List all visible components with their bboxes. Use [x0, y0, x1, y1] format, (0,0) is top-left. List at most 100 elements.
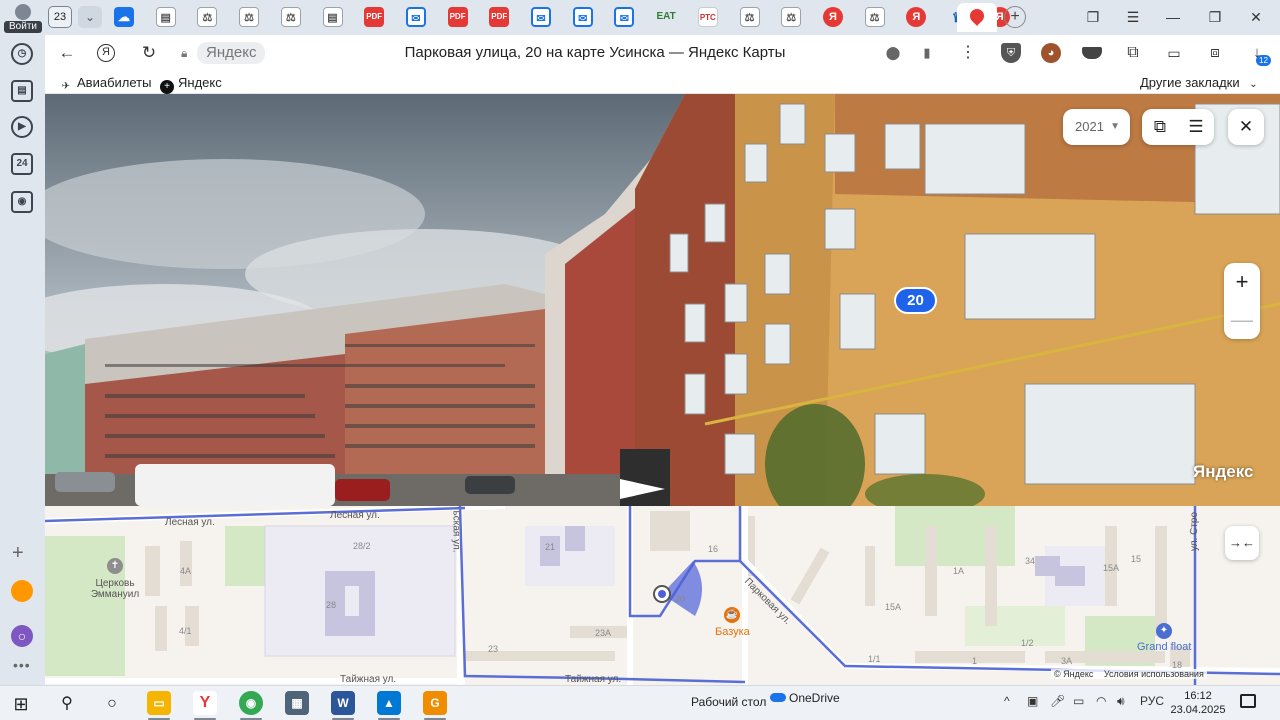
- video-icon[interactable]: ▶: [11, 116, 33, 138]
- collections-icon[interactable]: ▤: [11, 80, 33, 102]
- minimap[interactable]: Лесная ул. Лесная ул. Тайжная ул. Тайжна…: [45, 506, 1280, 685]
- task-view-icon[interactable]: ○: [99, 691, 125, 717]
- wifi-icon[interactable]: ◠: [1096, 694, 1106, 708]
- volume-icon[interactable]: 🔊︎: [1117, 694, 1125, 709]
- desktop-label[interactable]: Рабочий стол: [691, 695, 766, 709]
- battery-icon[interactable]: ▭: [1073, 694, 1084, 708]
- windows-taskbar: ⊞ ⚲ ○ ▭ Y ◉ ▦ W ▲ G Рабочий стол OneDriv…: [0, 685, 1280, 720]
- page-title[interactable]: Парковая улица, 20 на карте Усинска — Ян…: [285, 44, 905, 61]
- file-explorer-icon[interactable]: ▭: [147, 691, 171, 715]
- language-indicator[interactable]: РУС: [1140, 694, 1164, 708]
- open-external-icon[interactable]: ⧉: [1142, 109, 1178, 145]
- puzzle-icon[interactable]: ⧉: [1123, 43, 1143, 63]
- terms-link[interactable]: Условия использования: [1104, 669, 1204, 679]
- bookmark-icon[interactable]: ▮: [918, 44, 936, 62]
- panorama-image: [45, 94, 1280, 506]
- other-bookmarks[interactable]: Другие закладки ⌄: [1140, 75, 1258, 90]
- year-selector[interactable]: 2021 ▼: [1063, 109, 1130, 145]
- shield-icon[interactable]: ⛨: [1001, 43, 1021, 63]
- document-icon[interactable]: ▤: [155, 7, 176, 27]
- tab-eat[interactable]: EAT: [656, 7, 676, 27]
- tab-ya[interactable]: Я: [822, 7, 843, 27]
- chevron-down-icon[interactable]: ⌄: [78, 6, 102, 28]
- yandex-home-icon[interactable]: Я: [97, 44, 115, 62]
- word-icon[interactable]: W: [331, 691, 355, 715]
- mail-icon[interactable]: ✉: [572, 7, 593, 27]
- add-panel-icon[interactable]: +: [12, 542, 24, 565]
- collections-icon[interactable]: ❐: [1082, 6, 1104, 28]
- extension-avatar-icon[interactable]: ◕: [1041, 43, 1061, 63]
- collapse-map-button[interactable]: →←: [1225, 526, 1259, 560]
- screenshot-icon[interactable]: ◉: [11, 191, 33, 213]
- tab-ya[interactable]: Я: [906, 7, 927, 27]
- street-label: Лесная ул.: [165, 517, 215, 528]
- zoom-out-button[interactable]: —: [1224, 301, 1260, 339]
- street-panorama[interactable]: 2021 ▼ ⧉ ☰ ✕ + — 20 Яндекс: [45, 94, 1280, 506]
- bookmark-aviabilety[interactable]: ✈ Авиабилеты: [59, 75, 152, 94]
- microphone-icon[interactable]: 🎤︎: [1050, 694, 1065, 708]
- extension-hat-icon[interactable]: [1082, 47, 1102, 59]
- map-pin-icon: [967, 6, 987, 26]
- clock[interactable]: 16:12 23.04.2025: [1168, 689, 1228, 717]
- alice-icon[interactable]: ○: [11, 625, 33, 647]
- photos-icon[interactable]: ▲: [377, 691, 401, 715]
- zoom-in-button[interactable]: +: [1224, 263, 1260, 301]
- mail-icon[interactable]: ✉: [405, 7, 426, 27]
- scales-icon[interactable]: ⚖: [781, 7, 802, 27]
- notifications-icon[interactable]: [1240, 694, 1256, 708]
- tab-pdf[interactable]: PDF: [364, 7, 385, 27]
- more-icon[interactable]: •••: [13, 657, 31, 673]
- office-icon[interactable]: ⧈: [1205, 43, 1225, 63]
- tab-pdf[interactable]: PDF: [447, 7, 468, 27]
- windows-start-icon[interactable]: ⊞: [8, 691, 34, 717]
- yandex-browser-icon[interactable]: Y: [193, 691, 217, 715]
- house-number-marker[interactable]: 20: [894, 287, 937, 314]
- poi-label-bazuka[interactable]: Базука: [715, 626, 750, 638]
- tab-yandex-maps-active[interactable]: [957, 3, 997, 32]
- app-g-icon[interactable]: G: [423, 691, 447, 715]
- more-menu-icon[interactable]: ⋮: [959, 44, 977, 62]
- street-label: Тайжная ул.: [340, 674, 397, 685]
- tab-pdf[interactable]: PDF: [489, 7, 510, 27]
- close-window-button[interactable]: ✕: [1245, 6, 1267, 28]
- spa-icon[interactable]: ✦: [1156, 623, 1172, 639]
- reload-button[interactable]: ↻: [138, 42, 160, 64]
- close-icon[interactable]: ✕: [1228, 109, 1264, 145]
- calculator-icon[interactable]: ▦: [285, 691, 309, 715]
- scales-icon[interactable]: ⚖: [280, 7, 301, 27]
- scales-icon[interactable]: ⚖: [197, 7, 218, 27]
- cafe-icon[interactable]: ☕: [724, 607, 740, 623]
- maximize-button[interactable]: ❐: [1204, 6, 1226, 28]
- tab-rtc[interactable]: РТС: [697, 7, 718, 27]
- poi-label-grand-float[interactable]: Grand float: [1137, 641, 1191, 653]
- menu-icon[interactable]: ☰: [1178, 109, 1214, 145]
- minimize-button[interactable]: —: [1162, 6, 1184, 28]
- poi-label-church[interactable]: Церковь Эммануил: [90, 578, 140, 600]
- onedrive-status[interactable]: OneDrive: [770, 691, 840, 705]
- chrome-icon[interactable]: ◉: [239, 691, 263, 715]
- tab-count-button[interactable]: 23: [48, 6, 72, 28]
- news-24-icon[interactable]: 24: [11, 153, 33, 175]
- church-icon[interactable]: ✝: [107, 558, 123, 574]
- bookmark-yandex[interactable]: + Яндекс: [160, 75, 222, 94]
- profile-button[interactable]: Войти: [4, 2, 42, 33]
- menu-icon[interactable]: ☰: [1122, 6, 1144, 28]
- scales-icon[interactable]: ⚖: [239, 7, 260, 27]
- scales-icon[interactable]: ⚖: [739, 7, 760, 27]
- document-icon[interactable]: ▤: [322, 7, 343, 27]
- screen-icon[interactable]: ▣: [1027, 694, 1038, 708]
- history-icon[interactable]: ◷: [11, 43, 33, 65]
- location-icon[interactable]: ⬤: [884, 44, 902, 62]
- back-button[interactable]: ←: [56, 42, 78, 64]
- battery-icon[interactable]: ▭: [1164, 43, 1184, 63]
- yandex-plus-icon: +: [160, 80, 174, 94]
- mail-icon[interactable]: ✉: [531, 7, 551, 27]
- scales-icon[interactable]: ⚖: [864, 7, 885, 27]
- new-tab-button[interactable]: +: [1004, 6, 1026, 28]
- cloud-icon[interactable]: ☁: [114, 7, 134, 27]
- mail-icon[interactable]: ✉: [614, 7, 635, 27]
- search-icon[interactable]: ⚲: [54, 691, 80, 717]
- zen-icon[interactable]: [11, 580, 33, 602]
- url-domain[interactable]: Яндекс: [197, 42, 266, 64]
- tray-expand-icon[interactable]: ^: [1004, 694, 1010, 708]
